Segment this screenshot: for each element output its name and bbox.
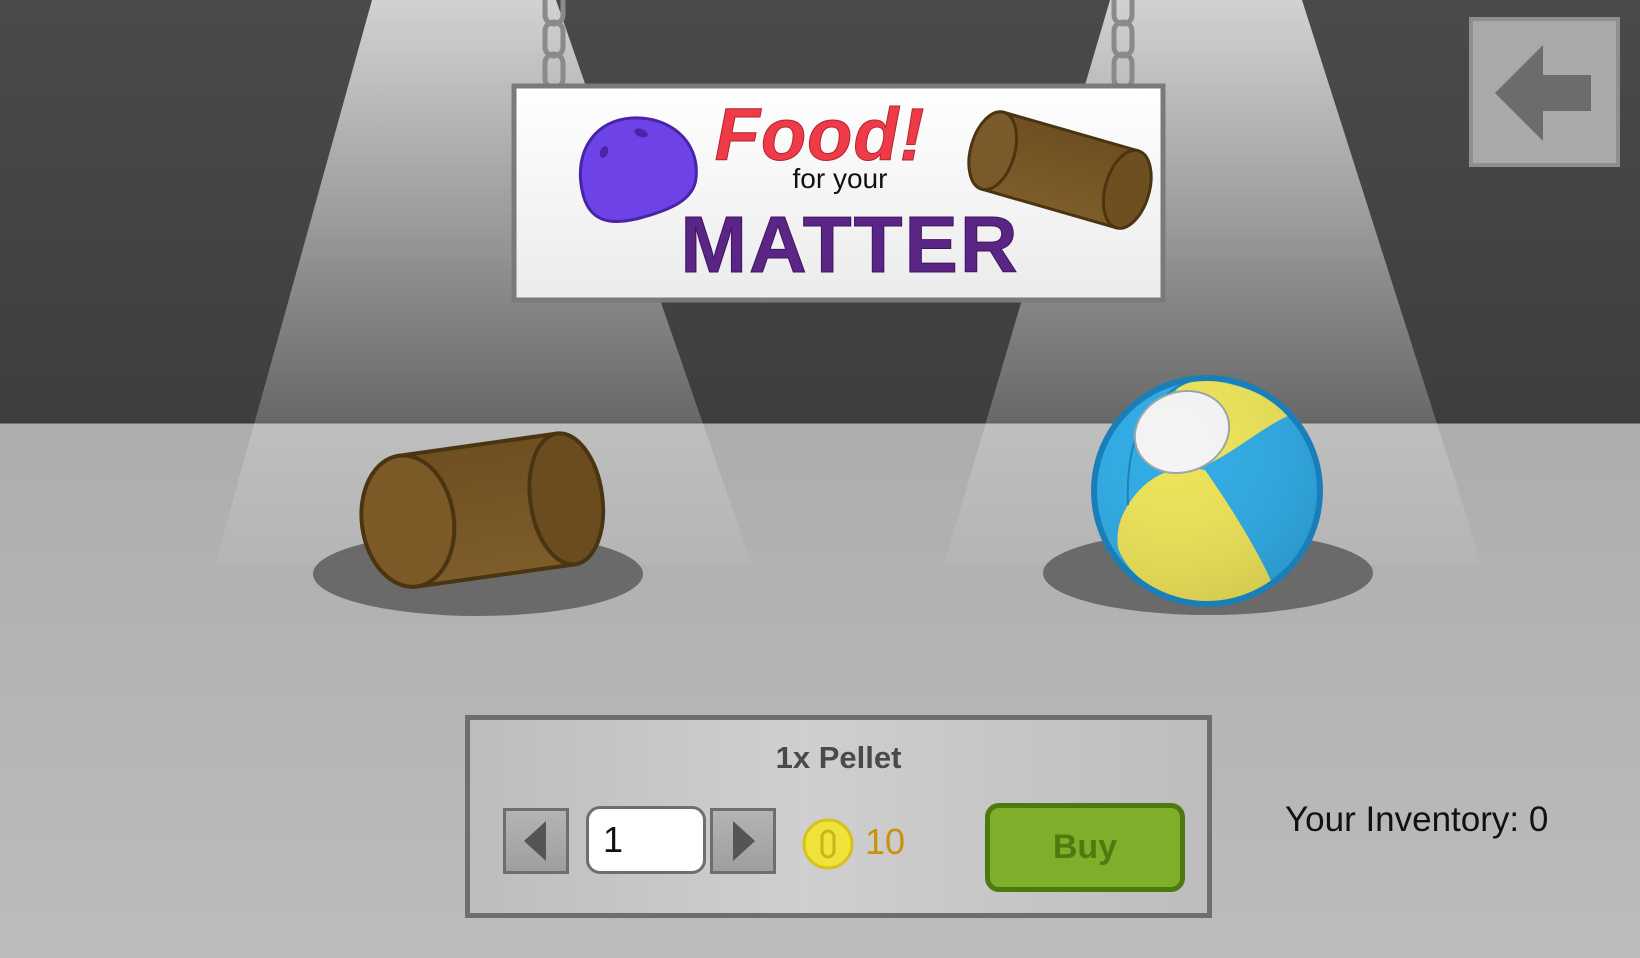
purchase-panel: 1x Pellet 10 Buy [465,715,1212,918]
sign-title: Food! [714,93,926,176]
increment-button[interactable] [710,808,776,874]
item-price: 10 [865,821,906,862]
sign-matter-word: MATTER [680,200,1020,289]
triangle-left-icon [524,821,546,861]
item-name: 1x Pellet [775,740,902,775]
back-button[interactable] [1469,17,1620,167]
quantity-input[interactable] [586,806,706,874]
beach-ball-icon [1091,375,1323,607]
sign-subtitle: for your [792,163,888,194]
buy-button[interactable]: Buy [985,803,1185,892]
arrow-left-icon [1495,45,1591,141]
coin-icon [802,818,854,870]
decrement-button[interactable] [503,808,569,874]
triangle-right-icon [733,821,755,861]
inventory-count: Your Inventory: 0 [1285,800,1549,839]
